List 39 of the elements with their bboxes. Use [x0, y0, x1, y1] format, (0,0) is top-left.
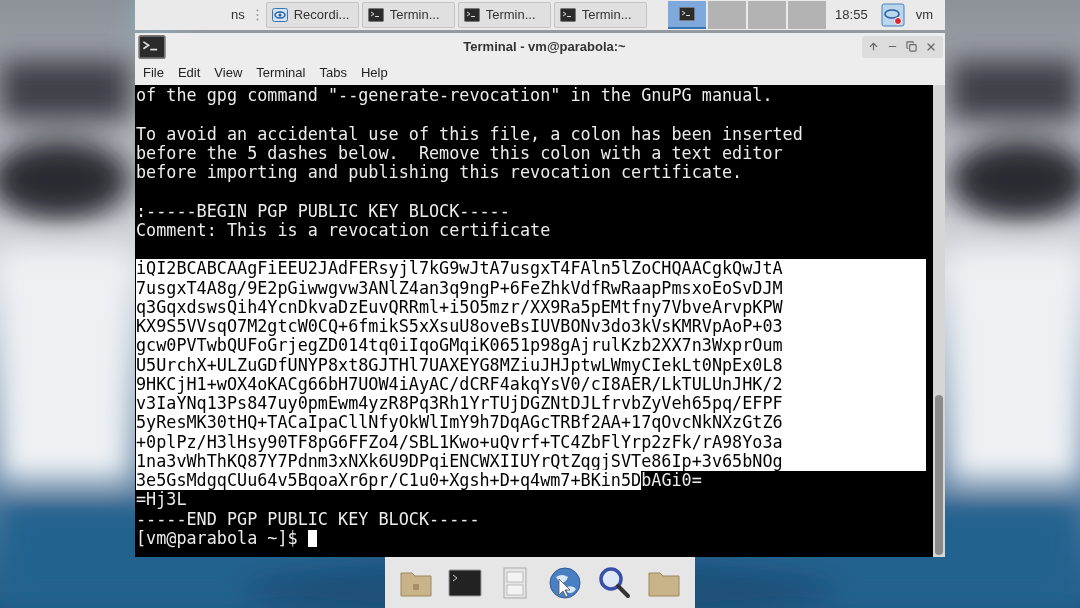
menu-item[interactable]: File [138, 62, 169, 83]
terminal-line: Comment: This is a revocation certificate [136, 220, 552, 240]
globe-icon[interactable] [546, 564, 583, 601]
shell-prompt: [vm@parabola ~]$ [136, 528, 298, 548]
keep-above-icon[interactable] [868, 41, 879, 52]
terminal-line: :-----BEGIN PGP PUBLIC KEY BLOCK----- [136, 201, 511, 221]
taskbar-button[interactable]: Termin... [457, 2, 551, 28]
terminal-icon [678, 7, 695, 21]
menu-item[interactable]: Terminal [251, 62, 311, 83]
terminal-icon [367, 8, 384, 22]
terminal-line: 3e5GsMdgqCUu64v5BqoaXr6pr/C1u0+Xgsh+D+q4wm7+BKin5DbAGi0= [136, 471, 702, 491]
text-cursor [307, 529, 317, 547]
taskbar-button[interactable]: Termin... [553, 2, 647, 28]
terminal-line: =Hj3L [136, 490, 187, 510]
terminal-line: before importing and publishing this revocation certificate. [136, 163, 744, 183]
workspace-button[interactable] [667, 1, 706, 29]
terminal-icon [559, 8, 576, 22]
terminal-line: -----END PGP PUBLIC KEY BLOCK----- [136, 509, 481, 529]
taskbar-label: ns [231, 6, 245, 25]
menu-item[interactable]: View [209, 62, 248, 83]
user-name: vm [915, 6, 933, 25]
taskbar-button[interactable]: Recordi... [265, 2, 359, 28]
menu-item[interactable]: Tabs [314, 62, 352, 83]
menu-item[interactable]: Help [355, 62, 393, 83]
taskbar-button[interactable]: Termin... [361, 2, 455, 28]
terminal-line: before the 5 dashes below. Remove this colon with a text editor [136, 143, 784, 163]
terminal-line: of the gpg command "--generate-revocation" in the GnuPG manual. [136, 86, 774, 106]
clock: 18:55 [835, 6, 868, 25]
terminal-line: To avoid an accidental use of this file, a colon has been inserted [136, 124, 804, 144]
window-title: Terminal - vm@parabola:~ [463, 37, 626, 56]
terminal-icon [463, 8, 480, 22]
menu-item[interactable]: Edit [172, 62, 206, 83]
maximize-icon[interactable] [906, 41, 917, 52]
screen-recorder-icon [271, 8, 288, 22]
search-icon[interactable] [596, 564, 633, 601]
scrollbar[interactable] [933, 85, 945, 557]
drag-handle-icon[interactable] [255, 9, 259, 21]
terminal-icon [137, 34, 167, 59]
recorder-tray-icon[interactable] [880, 3, 905, 27]
